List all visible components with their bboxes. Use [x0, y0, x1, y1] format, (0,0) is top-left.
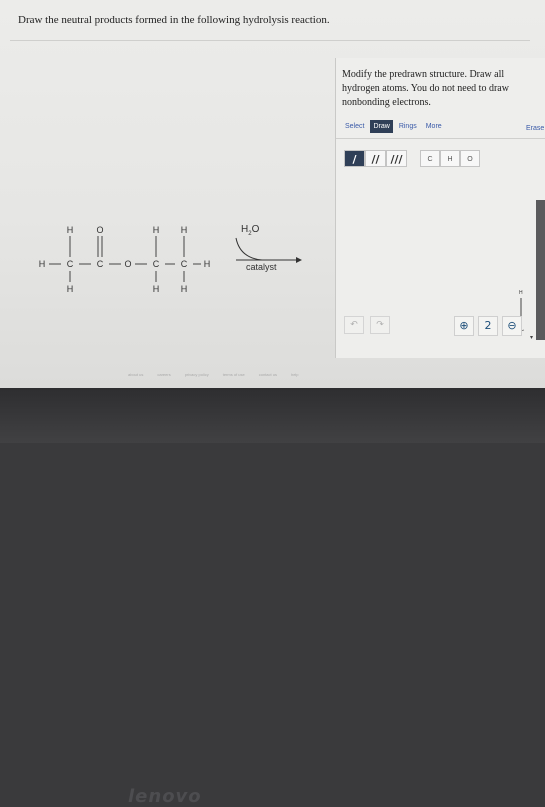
hydrogen-atom-button[interactable]: H	[440, 150, 460, 167]
footer-link[interactable]: careers	[157, 372, 170, 377]
zoom-reset-icon[interactable]: 2	[478, 316, 498, 336]
atom-label: C	[153, 259, 160, 269]
tab-more[interactable]: More	[423, 120, 445, 133]
undo-icon[interactable]: ↶	[344, 316, 364, 334]
atom-label: C	[181, 259, 188, 269]
footer-link[interactable]: terms of use	[223, 372, 245, 377]
triple-bond-button[interactable]: ///	[386, 150, 407, 167]
footer-link[interactable]: contact us	[259, 372, 277, 377]
single-bond-button[interactable]: /	[344, 150, 365, 167]
atom-label: H	[181, 284, 188, 294]
editor-tabs: Select Draw Rings More	[342, 120, 445, 133]
atom-label: O	[96, 225, 103, 235]
double-bond-button[interactable]: //	[365, 150, 386, 167]
browser-screen: Draw the neutral products formed in the …	[0, 0, 545, 390]
atom-label: H	[67, 225, 74, 235]
tab-rings[interactable]: Rings	[396, 120, 420, 133]
atom-label: H	[67, 284, 74, 294]
tab-select[interactable]: Select	[342, 120, 367, 133]
footer-link[interactable]: help	[291, 372, 299, 377]
atom-label: O	[124, 259, 131, 269]
redo-icon[interactable]: ↷	[370, 316, 390, 334]
erase-button[interactable]: Erase	[526, 125, 544, 132]
atom-tools: C H O	[420, 150, 480, 167]
ester-structure: H O H H H C C O C C H H H H	[39, 225, 211, 294]
divider	[10, 40, 530, 41]
zoom-in-icon[interactable]: ⊕	[454, 316, 474, 336]
carbon-atom-button[interactable]: C	[420, 150, 440, 167]
atom-label: H	[39, 259, 46, 269]
atom-label: H	[181, 225, 188, 235]
history-controls: ↶ ↷	[344, 316, 390, 334]
atom-label: C	[67, 259, 74, 269]
question-text: Draw the neutral products formed in the …	[18, 14, 330, 26]
structure-editor-panel: Modify the predrawn structure. Draw all …	[335, 58, 545, 358]
atom-label: H	[204, 259, 211, 269]
oxygen-atom-button[interactable]: O	[460, 150, 480, 167]
zoom-controls: ⊕ 2 ⊖	[454, 316, 522, 336]
brand-logo: lenovo	[128, 786, 202, 807]
atom-label: H	[153, 225, 160, 235]
tab-draw[interactable]: Draw	[370, 120, 393, 133]
monitor-bezel: lenovo	[0, 388, 545, 807]
editor-instructions: Modify the predrawn structure. Draw all …	[342, 69, 509, 108]
zoom-out-icon[interactable]: ⊖	[502, 316, 522, 336]
atom-label: H	[153, 284, 160, 294]
atom-label: H	[519, 290, 523, 296]
panel-divider	[336, 138, 545, 139]
atom-label: C	[97, 259, 104, 269]
footer-link[interactable]: about us	[128, 372, 143, 377]
scrollbar[interactable]	[536, 200, 545, 340]
bond-tools: / // ///	[344, 150, 407, 167]
scroll-down-icon[interactable]: ▾	[530, 334, 533, 341]
footer-links: about us careers privacy policy terms of…	[128, 372, 299, 377]
footer-link[interactable]: privacy policy	[185, 372, 209, 377]
condition-label: catalyst	[246, 262, 277, 272]
